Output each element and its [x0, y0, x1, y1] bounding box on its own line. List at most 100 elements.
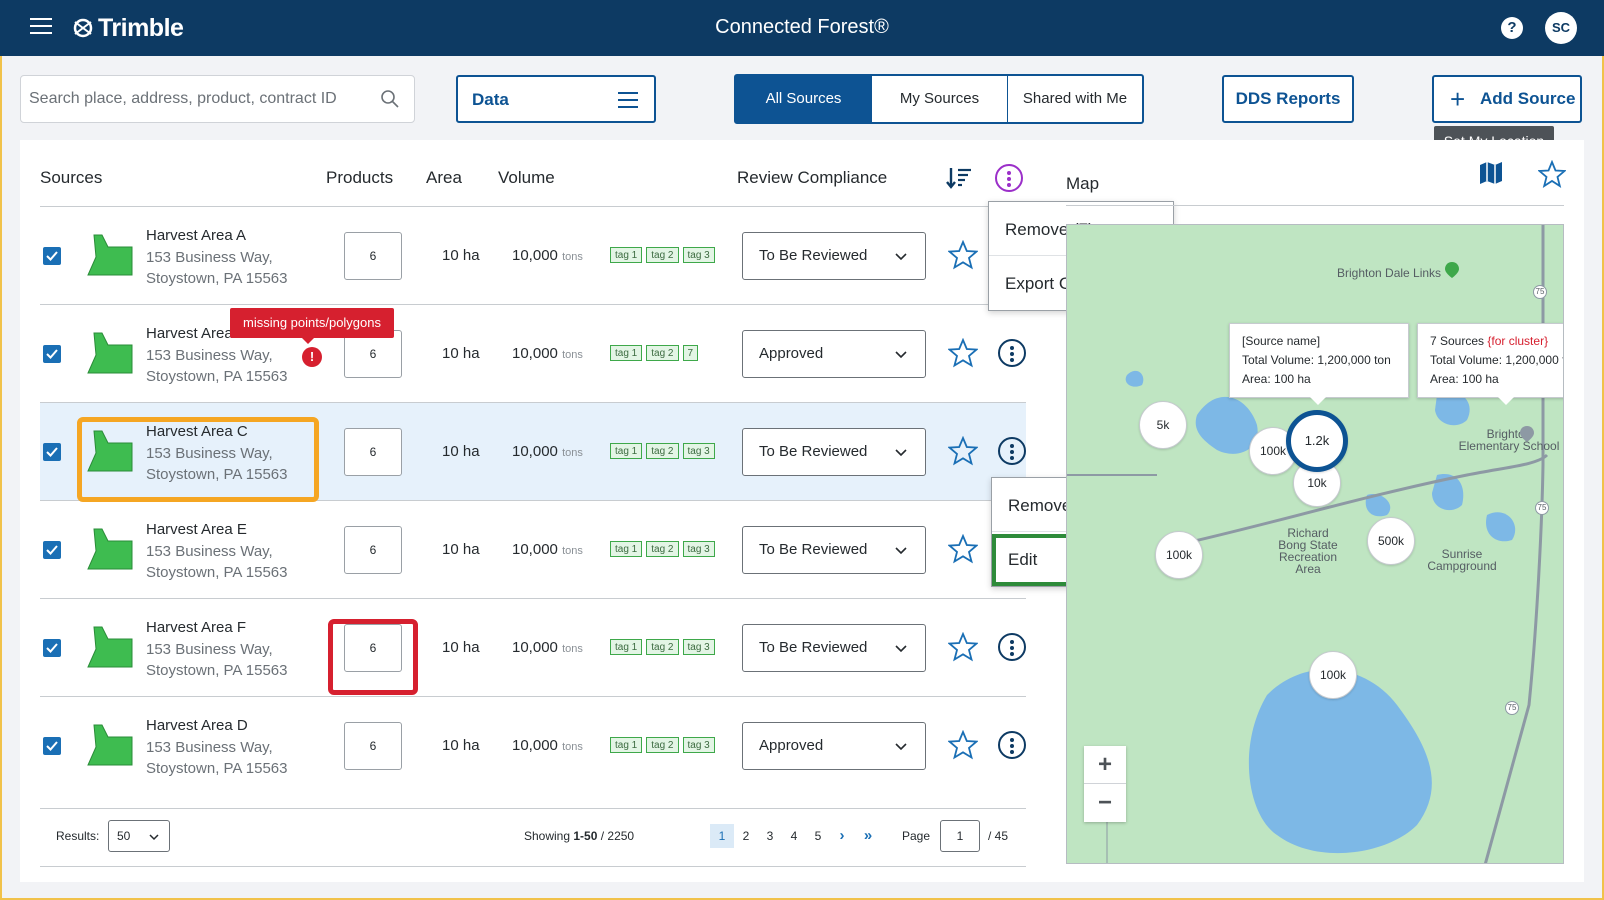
tab-my-sources[interactable]: My Sources: [872, 76, 1008, 122]
favorite-star-icon[interactable]: [1538, 160, 1566, 188]
table-row[interactable]: Harvest Area B 153 Business Way, Stoysto…: [40, 305, 1026, 403]
tag-chip[interactable]: tag 3: [682, 443, 715, 459]
tag-chip[interactable]: tag 1: [610, 443, 643, 459]
tag-chip[interactable]: tag 3: [682, 737, 715, 753]
favorite-star-icon[interactable]: [948, 534, 978, 564]
trimble-logo[interactable]: Trimble: [72, 12, 184, 44]
map-cluster[interactable]: 5k: [1139, 401, 1187, 449]
table-row[interactable]: Harvest Area F 153 Business Way, Stoysto…: [40, 599, 1026, 697]
tag-chip[interactable]: tag 2: [646, 737, 679, 753]
volume-number: 10,000: [512, 541, 558, 558]
data-button[interactable]: Data: [456, 75, 656, 123]
favorite-star-icon[interactable]: [948, 338, 978, 368]
favorite-star-icon[interactable]: [948, 730, 978, 760]
bulk-actions-kebab-icon[interactable]: [995, 164, 1023, 192]
last-page-icon[interactable]: »: [856, 824, 880, 848]
volume-unit: tons: [562, 349, 583, 361]
page-1-button[interactable]: 1: [710, 824, 734, 848]
hamburger-menu-icon[interactable]: [30, 18, 52, 38]
search-input[interactable]: [29, 76, 369, 122]
table-row[interactable]: Harvest Area D 153 Business Way, Stoysto…: [40, 697, 1026, 795]
products-count[interactable]: 6: [344, 526, 402, 574]
tag-chip[interactable]: tag 1: [610, 247, 643, 263]
map-canvas[interactable]: Brighton Dale Links Brighton Elementary S…: [1066, 224, 1564, 864]
school-poi-icon[interactable]: [1519, 425, 1535, 443]
next-page-icon[interactable]: ›: [830, 824, 854, 848]
tab-all-sources[interactable]: All Sources: [736, 76, 872, 122]
map-cluster-selected[interactable]: 1.2k: [1286, 410, 1348, 472]
source-name[interactable]: Harvest Area A: [146, 227, 246, 244]
row-actions-kebab-icon[interactable]: [998, 731, 1026, 759]
tag-chip[interactable]: tag 3: [682, 639, 715, 655]
golf-poi-icon[interactable]: [1444, 261, 1460, 279]
row-checkbox[interactable]: [43, 345, 61, 363]
tag-chip[interactable]: tag 2: [646, 443, 679, 459]
volume-number: 10,000: [512, 737, 558, 754]
avatar[interactable]: SC: [1545, 12, 1577, 44]
favorite-star-icon[interactable]: [948, 240, 978, 270]
page-5-button[interactable]: 5: [806, 824, 830, 848]
place-sunrise-line2: Campground: [1427, 559, 1497, 573]
review-compliance-select[interactable]: Approved: [742, 722, 926, 770]
tab-shared-with-me[interactable]: Shared with Me: [1008, 76, 1142, 122]
row-checkbox[interactable]: [43, 737, 61, 755]
page-3-button[interactable]: 3: [758, 824, 782, 848]
add-source-button[interactable]: + Add Source: [1432, 75, 1582, 123]
map-cluster[interactable]: 100k: [1155, 531, 1203, 579]
search-icon[interactable]: [380, 89, 400, 109]
tag-chip[interactable]: tag 1: [610, 345, 643, 361]
row-checkbox[interactable]: [43, 541, 61, 559]
page-2-button[interactable]: 2: [734, 824, 758, 848]
row-checkbox[interactable]: [43, 639, 61, 657]
tag-chip[interactable]: 7: [682, 345, 699, 361]
review-compliance-select[interactable]: Approved: [742, 330, 926, 378]
map-cluster[interactable]: 100k: [1309, 651, 1357, 699]
alert-icon[interactable]: !: [302, 347, 322, 367]
dds-reports-button[interactable]: DDS Reports: [1222, 75, 1354, 123]
tag-chip[interactable]: tag 2: [646, 247, 679, 263]
col-header-sources: Sources: [40, 168, 103, 187]
products-count[interactable]: 6: [344, 428, 402, 476]
missing-points-tooltip: missing points/polygons: [230, 308, 394, 344]
tag-chip[interactable]: tag 2: [646, 639, 679, 655]
tag-chip[interactable]: tag 2: [646, 541, 679, 557]
zoom-out-button[interactable]: −: [1084, 784, 1126, 822]
page-4-button[interactable]: 4: [782, 824, 806, 848]
row-actions-kebab-icon[interactable]: [998, 339, 1026, 367]
zoom-in-button[interactable]: +: [1084, 746, 1126, 784]
map-cluster[interactable]: 500k: [1367, 517, 1415, 565]
review-compliance-select[interactable]: To Be Reviewed: [742, 624, 926, 672]
review-status: To Be Reviewed: [759, 541, 868, 558]
col-header-volume: Volume: [498, 168, 555, 187]
row-checkbox[interactable]: [43, 443, 61, 461]
volume-unit: tons: [562, 741, 583, 753]
tag-chip[interactable]: tag 2: [646, 345, 679, 361]
source-name[interactable]: Harvest Area E: [146, 521, 247, 538]
row-checkbox[interactable]: [43, 247, 61, 265]
tag-chip[interactable]: tag 3: [682, 541, 715, 557]
row-actions-kebab-icon[interactable]: [998, 437, 1026, 465]
source-name[interactable]: Harvest Area D: [146, 717, 248, 734]
tag-chip[interactable]: tag 3: [682, 247, 715, 263]
favorite-star-icon[interactable]: [948, 632, 978, 662]
sort-icon[interactable]: [946, 166, 972, 190]
table-row[interactable]: Harvest Area E 153 Business Way, Stoysto…: [40, 501, 1026, 599]
row-actions-kebab-icon[interactable]: [998, 633, 1026, 661]
favorite-star-icon[interactable]: [948, 436, 978, 466]
volume-unit: tons: [562, 447, 583, 459]
review-compliance-select[interactable]: To Be Reviewed: [742, 428, 926, 476]
table-row[interactable]: Harvest Area A 153 Business Way, Stoysto…: [40, 207, 1026, 305]
review-compliance-select[interactable]: To Be Reviewed: [742, 526, 926, 574]
products-count[interactable]: 6: [344, 722, 402, 770]
tag-chip[interactable]: tag 1: [610, 737, 643, 753]
review-compliance-select[interactable]: To Be Reviewed: [742, 232, 926, 280]
page-number-input[interactable]: 1: [940, 820, 980, 852]
source-name[interactable]: Harvest Area F: [146, 619, 246, 636]
results-per-page-select[interactable]: 50: [108, 820, 170, 852]
tag-chip[interactable]: tag 1: [610, 639, 643, 655]
map-icon[interactable]: [1478, 160, 1504, 186]
zoom-controls: + −: [1084, 746, 1126, 822]
tag-chip[interactable]: tag 1: [610, 541, 643, 557]
products-count[interactable]: 6: [344, 232, 402, 280]
help-icon[interactable]: ?: [1501, 17, 1523, 39]
